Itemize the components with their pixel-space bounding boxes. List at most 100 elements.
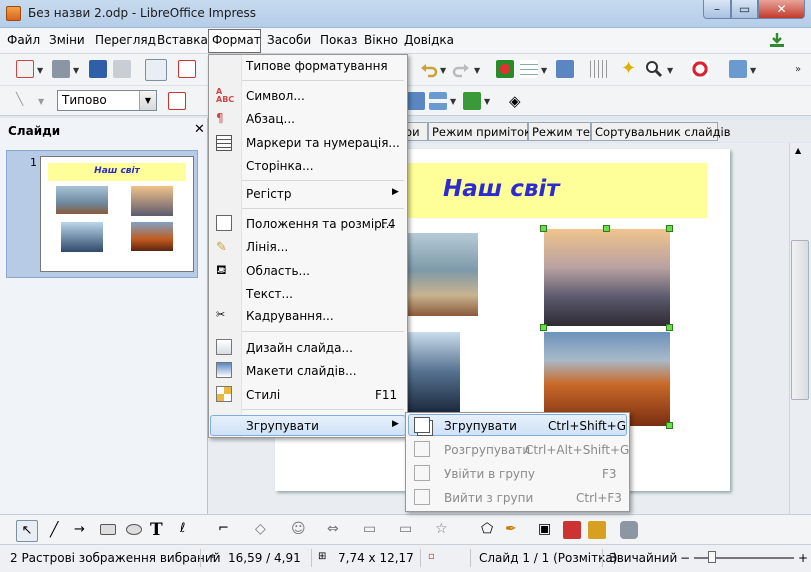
select-arrow-icon[interactable]: ↖ <box>16 520 38 542</box>
zoom-dropdown-icon[interactable]: ▼ <box>667 66 673 75</box>
menu-item-area[interactable]: Область... <box>246 264 310 278</box>
redo-dropdown-icon[interactable]: ▼ <box>474 66 480 75</box>
arrange-icon[interactable] <box>463 92 481 110</box>
points-edit-icon[interactable]: ⬠ <box>481 521 499 539</box>
selection-handle[interactable] <box>603 225 610 232</box>
menu-item-paragraph[interactable]: Абзац... <box>246 112 295 126</box>
menu-item-position-size[interactable]: Положення та розмір... <box>246 217 393 231</box>
rotate-icon[interactable] <box>407 92 425 110</box>
menu-help[interactable]: Довідка <box>404 33 454 47</box>
style-combo-dropdown-icon[interactable]: ▼ <box>139 91 156 110</box>
selection-handle[interactable] <box>666 324 673 331</box>
line-style-icon[interactable]: ╲ <box>16 92 34 110</box>
minimize-button[interactable]: – <box>703 0 731 19</box>
export-pdf-icon[interactable] <box>178 60 196 78</box>
arrow-line-icon[interactable]: → <box>74 521 92 539</box>
menu-item-slide-layouts[interactable]: Макети слайдів... <box>246 364 357 378</box>
undo-icon[interactable] <box>420 60 438 78</box>
points-icon[interactable]: ◈ <box>509 92 527 110</box>
new-dropdown-icon[interactable]: ▼ <box>37 66 43 75</box>
selection-handle[interactable] <box>540 225 547 232</box>
extension-icon[interactable] <box>729 60 747 78</box>
menu-view[interactable]: Перегляд <box>95 33 156 47</box>
menu-item-bullets-numbering[interactable]: Маркери та нумерація... <box>246 136 400 150</box>
menu-slideshow[interactable]: Показ <box>320 33 357 47</box>
document-modified-icon[interactable]: ▫ <box>428 551 435 562</box>
flowchart-icon[interactable]: ▭ <box>363 521 381 539</box>
undo-dropdown-icon[interactable]: ▼ <box>440 66 446 75</box>
text-tool-icon[interactable]: T <box>150 520 168 540</box>
star-effects-icon[interactable]: ✦ <box>621 60 639 78</box>
menu-item-crop[interactable]: Кадрування... <box>246 309 334 323</box>
menu-item-styles[interactable]: Стилі <box>246 388 280 402</box>
zoom-slider-thumb[interactable] <box>708 551 716 563</box>
tab-handout[interactable]: Режим тез <box>528 122 596 141</box>
menu-window[interactable]: Вікно <box>364 33 398 47</box>
save-icon[interactable] <box>89 60 107 78</box>
open-dropdown-icon[interactable]: ▼ <box>73 66 79 75</box>
fontwork-icon[interactable]: ✒ <box>505 521 523 539</box>
callouts-icon[interactable]: ▭ <box>399 521 417 539</box>
help-lifebuoy-icon[interactable] <box>691 60 709 78</box>
lighthouse-image[interactable] <box>544 229 670 326</box>
line-tool-icon[interactable]: ╱ <box>50 521 68 539</box>
extrusion-icon[interactable] <box>588 521 606 539</box>
tab-slide-sorter[interactable]: Сортувальник слайдів <box>591 122 731 141</box>
menu-item-group[interactable]: Згрупувати <box>246 419 319 433</box>
align-dropdown-icon[interactable]: ▼ <box>450 97 456 106</box>
3d-object-icon[interactable] <box>620 521 638 539</box>
vertical-scrollbar-thumb[interactable] <box>791 240 809 400</box>
new-document-icon[interactable] <box>16 60 34 78</box>
table-dropdown-icon[interactable]: ▼ <box>541 66 547 75</box>
redo-icon[interactable] <box>452 60 470 78</box>
chart-icon[interactable] <box>496 60 514 78</box>
slides-pane-close-icon[interactable]: ✕ <box>194 122 205 137</box>
arrange-dropdown-icon[interactable]: ▼ <box>484 97 490 106</box>
toolbar-overflow-icon[interactable]: » <box>795 64 801 75</box>
menu-item-character[interactable]: Символ... <box>246 89 305 103</box>
curve-tool-icon[interactable]: ℓ <box>180 521 198 539</box>
zoom-out-icon[interactable]: − <box>680 551 690 565</box>
ellipse-tool-icon[interactable] <box>126 524 142 535</box>
zoom-in-icon[interactable]: + <box>798 551 808 565</box>
menu-edit[interactable]: Зміни <box>49 33 85 47</box>
styles-apply-icon[interactable] <box>168 92 186 110</box>
tab-notes[interactable]: Режим приміток <box>428 122 531 141</box>
email-icon[interactable] <box>113 60 131 78</box>
horses-image[interactable] <box>408 233 478 316</box>
menu-item-text[interactable]: Текст... <box>246 287 293 301</box>
selection-handle[interactable] <box>666 422 673 429</box>
menu-item-default-formatting[interactable]: Типове форматування <box>246 59 388 73</box>
menu-item-page[interactable]: Сторінка... <box>246 159 314 173</box>
close-window-button[interactable]: ✕ <box>758 0 805 19</box>
menu-tools[interactable]: Засоби <box>267 33 311 47</box>
scroll-up-icon[interactable]: ▲ <box>795 146 801 155</box>
block-arrows-icon[interactable]: ⇔ <box>327 521 345 539</box>
selection-handle[interactable] <box>540 324 547 331</box>
align-icon[interactable] <box>429 92 447 110</box>
download-update-icon[interactable] <box>768 31 786 49</box>
open-folder-icon[interactable] <box>52 60 70 78</box>
connector-tool-icon[interactable]: ⌐ <box>218 521 236 539</box>
menu-item-line[interactable]: Лінія... <box>246 240 288 254</box>
image-icon[interactable] <box>556 60 574 78</box>
basic-shapes-icon[interactable]: ◇ <box>255 521 273 539</box>
table-icon[interactable] <box>520 60 538 78</box>
slide-title[interactable]: Наш світ <box>408 176 608 202</box>
selection-handle[interactable] <box>666 225 673 232</box>
maximize-button[interactable]: ▭ <box>731 0 758 19</box>
from-file-icon[interactable]: ▣ <box>538 521 556 539</box>
symbol-shapes-icon[interactable]: ☺ <box>291 521 309 539</box>
rectangle-tool-icon[interactable] <box>100 524 116 535</box>
menu-format[interactable]: Формат <box>212 33 261 47</box>
line-style-dropdown-icon[interactable]: ▼ <box>38 97 44 106</box>
extension-dropdown-icon[interactable]: ▼ <box>750 66 756 75</box>
penguins-image[interactable] <box>408 332 460 412</box>
grid-icon[interactable] <box>590 60 608 78</box>
menu-insert[interactable]: Вставка <box>157 33 208 47</box>
zoom-icon[interactable] <box>645 60 663 78</box>
menu-item-case[interactable]: Регістр <box>246 187 291 201</box>
menu-file[interactable]: Файл <box>7 33 40 47</box>
submenu-item-group[interactable]: Згрупувати <box>444 419 517 433</box>
menu-item-slide-design[interactable]: Дизайн слайда... <box>246 341 353 355</box>
